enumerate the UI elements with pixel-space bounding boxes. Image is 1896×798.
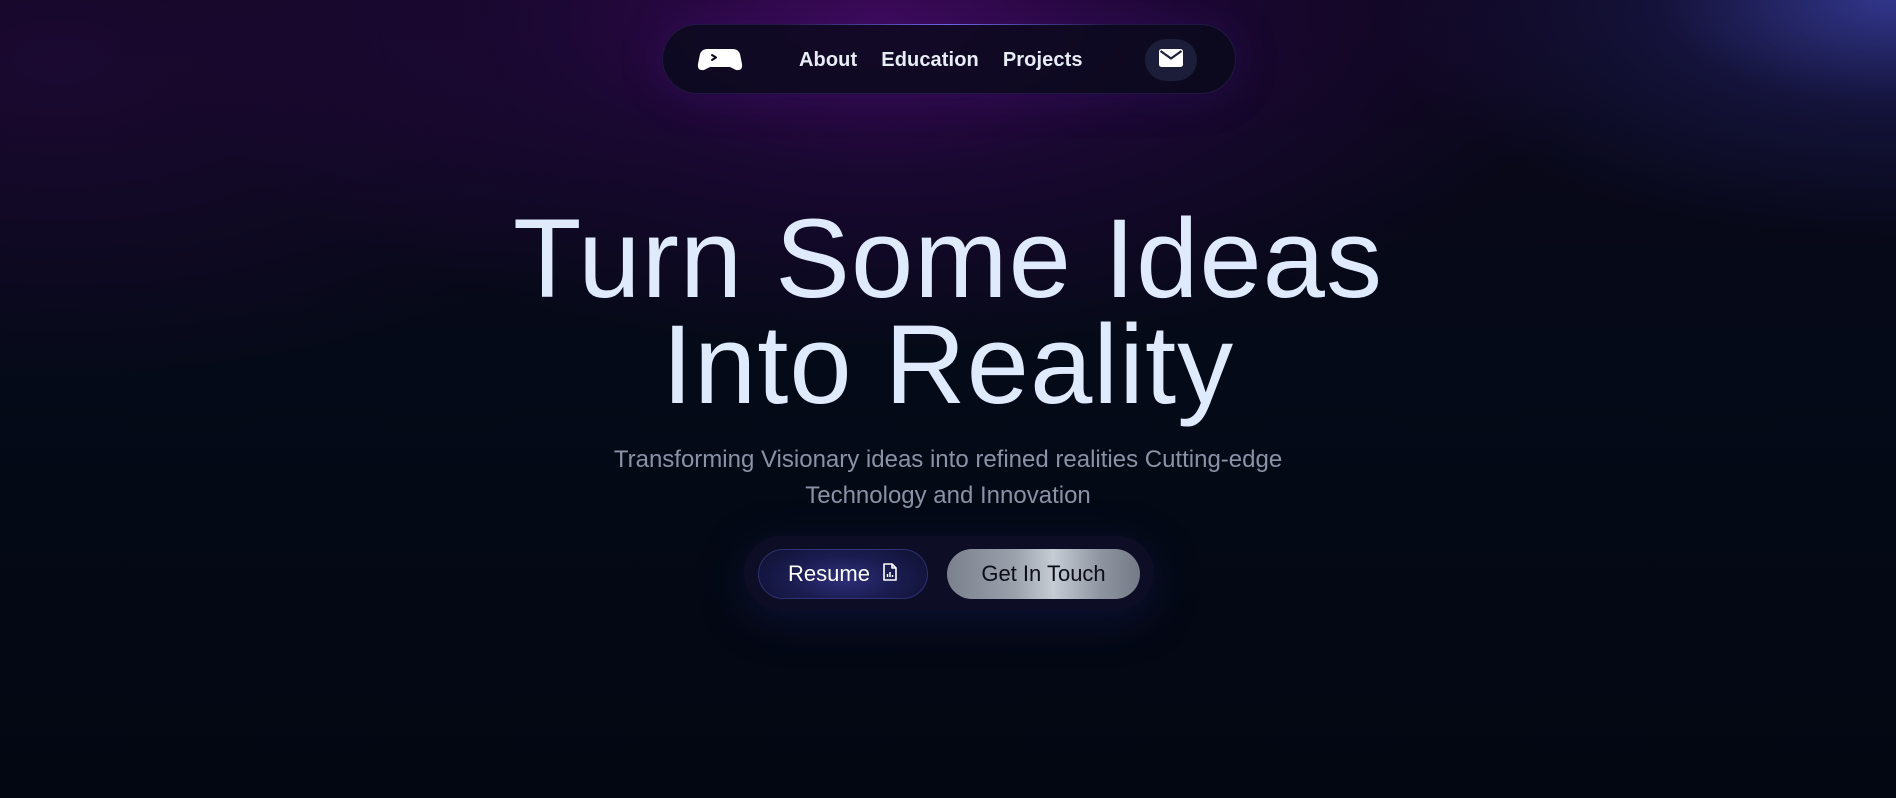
get-in-touch-button[interactable]: Get In Touch <box>947 549 1140 599</box>
contact-mail-button[interactable] <box>1145 39 1197 81</box>
hero-title-line-2: Into Reality <box>661 302 1235 427</box>
hero-title: Turn Some Ideas Into Reality <box>0 196 1896 427</box>
nav-links: About Education Projects <box>799 25 1083 95</box>
resume-button-label: Resume <box>788 561 870 586</box>
hero-subtitle: Transforming Visionary ideas into refine… <box>613 446 1283 509</box>
mail-icon <box>1159 49 1183 71</box>
resume-button[interactable]: Resume <box>758 549 928 599</box>
hero-title-line-1: Turn Some Ideas <box>513 196 1383 321</box>
document-chart-icon <box>882 561 898 587</box>
nav-link-projects[interactable]: Projects <box>1003 49 1083 72</box>
gamepad-logo-icon[interactable] <box>697 47 743 73</box>
cta-group: Resume Get In Touch <box>744 536 1154 610</box>
top-navbar: About Education Projects <box>662 24 1236 94</box>
landing-page: About Education Projects Turn Some Ideas… <box>0 0 1896 798</box>
nav-link-about[interactable]: About <box>799 49 857 72</box>
nav-link-education[interactable]: Education <box>881 49 979 72</box>
